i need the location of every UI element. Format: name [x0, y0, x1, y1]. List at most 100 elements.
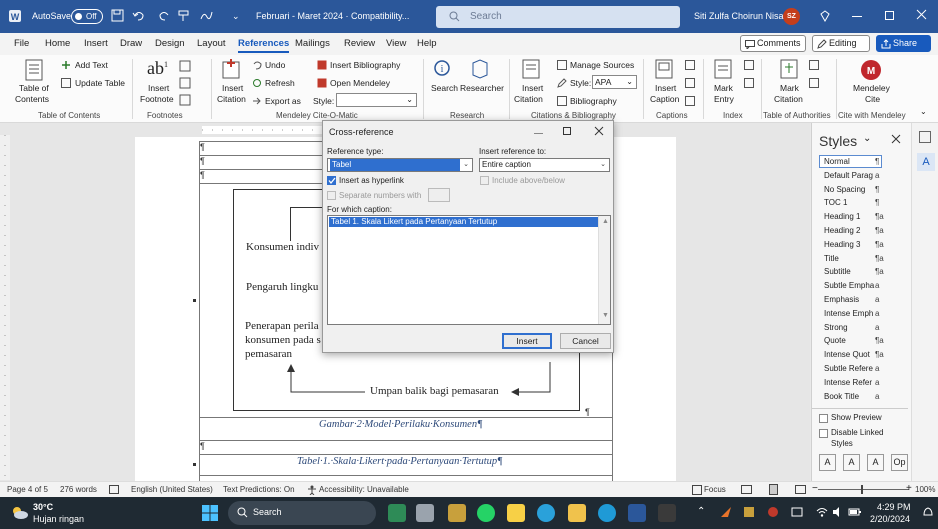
zoom-out-icon[interactable]: −	[812, 483, 818, 494]
tray-app-icon[interactable]	[743, 506, 755, 520]
autosave-toggle[interactable]: Off	[71, 9, 103, 24]
researcher-icon[interactable]	[470, 59, 490, 81]
app-icon[interactable]	[416, 504, 434, 522]
app-icon[interactable]	[658, 504, 676, 522]
vertical-ruler[interactable]	[0, 135, 10, 480]
draw-icon[interactable]	[200, 9, 218, 24]
toc-label-2[interactable]: Contents	[15, 94, 49, 104]
telegram-icon[interactable]	[537, 504, 555, 522]
tab-review[interactable]: Review	[344, 38, 375, 49]
update-authorities-icon[interactable]	[809, 78, 819, 90]
mendeley-cite-label-1[interactable]: Mendeley	[853, 83, 890, 93]
tab-view[interactable]: View	[386, 38, 406, 49]
new-style-icon[interactable]: A	[819, 454, 836, 471]
redo-icon[interactable]	[158, 9, 171, 24]
mendeley-insert-bibliography-button[interactable]: Insert Bibliography	[330, 60, 400, 70]
bibliography-button[interactable]: Bibliography	[570, 96, 617, 106]
cross-reference-icon[interactable]	[685, 96, 695, 108]
zoom-in-icon[interactable]: +	[906, 483, 912, 494]
insert-index-icon[interactable]	[744, 60, 754, 72]
cancel-button[interactable]: Cancel	[560, 333, 611, 349]
tab-draw[interactable]: Draw	[120, 38, 142, 49]
clock-date[interactable]: 2/20/2024	[870, 514, 910, 524]
text-predictions[interactable]: Text Predictions: On	[223, 485, 295, 494]
style-inspector-icon[interactable]: A	[843, 454, 860, 471]
weather-desc[interactable]: Hujan ringan	[33, 514, 84, 524]
tab-home[interactable]: Home	[45, 38, 70, 49]
chevron-down-icon[interactable]: ⌄	[863, 133, 871, 144]
document-icon[interactable]	[919, 131, 931, 143]
scroll-down-icon[interactable]: ▼	[602, 312, 609, 319]
weather-temp[interactable]: 30°C	[33, 502, 53, 512]
researcher-button[interactable]: Researcher	[460, 83, 504, 93]
edge-icon[interactable]	[598, 504, 616, 522]
insert-footnote-label-2[interactable]: Footnote	[140, 94, 174, 104]
mendeley-export-button[interactable]: Export as	[265, 96, 301, 106]
tray-app-icon[interactable]	[791, 506, 803, 520]
zoom-level[interactable]: 100%	[915, 485, 935, 494]
save-icon[interactable]	[111, 9, 124, 24]
insert-footnote-label-1[interactable]: Insert	[148, 83, 169, 93]
tab-mailings[interactable]: Mailings	[295, 38, 330, 49]
language[interactable]: English (United States)	[131, 485, 213, 494]
insert-caption-label-1[interactable]: Insert	[655, 83, 676, 93]
mark-entry-label-1[interactable]: Mark	[714, 83, 733, 93]
weather-icon[interactable]	[10, 505, 28, 523]
tab-design[interactable]: Design	[155, 38, 185, 49]
format-painter-icon[interactable]	[178, 9, 191, 24]
tab-file[interactable]: File	[14, 38, 29, 49]
mendeley-insert-label-1[interactable]: Insert	[222, 83, 243, 93]
tray-app-icon[interactable]	[767, 506, 779, 520]
manage-styles-icon[interactable]: A	[867, 454, 884, 471]
word-count[interactable]: 276 words	[60, 485, 97, 494]
minimize-icon[interactable]	[534, 133, 543, 134]
toc-label-1[interactable]: Table of	[19, 83, 49, 93]
mark-entry-label-2[interactable]: Entry	[714, 94, 734, 104]
mendeley-insert-citation-icon[interactable]	[222, 59, 240, 81]
insert-caption-icon[interactable]	[655, 59, 673, 81]
focus-button[interactable]: Focus	[704, 485, 726, 494]
whatsapp-icon[interactable]	[477, 504, 495, 522]
taskbar-search[interactable]	[228, 501, 376, 525]
styles-pane-icon[interactable]: A	[917, 153, 935, 171]
update-table-icon[interactable]	[685, 78, 695, 90]
maximize-icon[interactable]	[885, 11, 894, 20]
table-of-figures-icon[interactable]	[685, 60, 695, 72]
insert-citation-label-2[interactable]: Citation	[514, 94, 543, 104]
show-notes-icon[interactable]	[179, 94, 191, 108]
notification-icon[interactable]	[922, 506, 934, 520]
search-input[interactable]: Search	[436, 6, 680, 28]
next-footnote-icon[interactable]	[179, 77, 191, 91]
insert-table-of-authorities-icon[interactable]	[809, 60, 819, 72]
add-text-button[interactable]: Add Text	[75, 60, 108, 70]
ribbon-collapse-icon[interactable]: ⌄	[920, 107, 927, 116]
search-button[interactable]: Search	[431, 83, 458, 93]
caption-list[interactable]: Tabel 1. Skala Likert pada Pertanyaan Te…	[327, 215, 611, 325]
read-mode-icon[interactable]	[741, 485, 752, 496]
mendeley-insert-label-2[interactable]: Citation	[217, 94, 246, 104]
qat-more-icon[interactable]: ⌄	[232, 11, 240, 22]
insert-citation-icon[interactable]	[522, 59, 540, 81]
accessibility-status[interactable]: Accessibility: Unavailable	[319, 485, 409, 494]
reference-type-select[interactable]: Tabel ⌄	[327, 158, 473, 172]
update-index-icon[interactable]	[744, 78, 754, 90]
manage-sources-button[interactable]: Manage Sources	[570, 60, 634, 70]
proofing-icon[interactable]	[109, 485, 119, 496]
table-of-contents-icon[interactable]	[25, 59, 43, 83]
page-count[interactable]: Page 4 of 5	[7, 485, 48, 494]
mendeley-cite-icon[interactable]: M	[860, 59, 882, 83]
close-icon[interactable]	[916, 9, 927, 22]
document-title[interactable]: Februari - Maret 2024 · Compatibility...	[256, 11, 409, 21]
above-below-checkbox[interactable]	[480, 176, 489, 185]
update-table-button[interactable]: Update Table	[75, 78, 125, 88]
scroll-up-icon[interactable]: ▲	[602, 218, 609, 225]
zoom-slider-thumb[interactable]	[861, 485, 863, 494]
insert-button[interactable]: Insert	[502, 333, 552, 349]
sticky-notes-icon[interactable]	[507, 504, 525, 522]
minimize-icon[interactable]	[852, 16, 862, 17]
file-explorer-icon[interactable]	[568, 504, 586, 522]
avatar[interactable]: SZ	[783, 8, 800, 25]
citation-style-dropdown[interactable]: APA ⌄	[592, 75, 637, 89]
separator-input[interactable]	[428, 188, 450, 202]
insert-citation-label-1[interactable]: Insert	[522, 83, 543, 93]
